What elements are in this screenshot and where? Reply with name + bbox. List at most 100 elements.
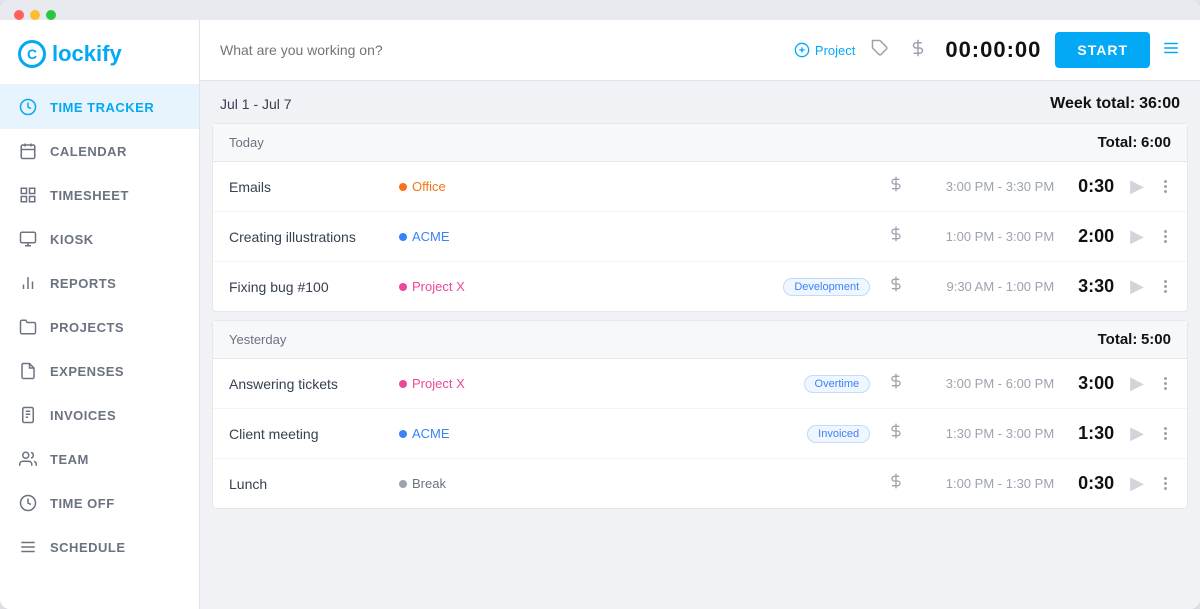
sidebar-label-invoices: INVOICES (50, 408, 116, 423)
logo-icon: C (18, 40, 46, 68)
more-menu-button[interactable] (1160, 280, 1171, 293)
more-menu-button[interactable] (1160, 427, 1171, 440)
team-icon (18, 449, 38, 469)
entry-name: Creating illustrations (229, 229, 389, 245)
add-project-label: Project (815, 43, 855, 58)
project-name: ACME (412, 426, 450, 441)
minimize-button[interactable] (30, 10, 40, 20)
billable-entry-icon[interactable] (888, 373, 904, 394)
time-range: 9:30 AM - 1:00 PM (914, 279, 1054, 294)
today-section: Today Total: 6:00 Emails Office (212, 123, 1188, 312)
sidebar-item-calendar[interactable]: CALENDAR (0, 129, 199, 173)
entry-project: Office (399, 179, 446, 194)
entry-project: Project X (399, 376, 465, 391)
billable-entry-icon[interactable] (888, 176, 904, 197)
billable-entry-icon[interactable] (888, 423, 904, 444)
entry-row: Creating illustrations ACME 1:00 PM - 3:… (213, 212, 1187, 262)
project-dot (399, 183, 407, 191)
logo-text: lockify (52, 41, 122, 67)
sidebar-item-schedule[interactable]: SCHEDULE (0, 525, 199, 569)
play-button[interactable]: ▶ (1124, 176, 1150, 197)
time-range: 1:30 PM - 3:00 PM (914, 426, 1054, 441)
project-name: Project X (412, 376, 465, 391)
sidebar-item-kiosk[interactable]: KIOSK (0, 217, 199, 261)
sidebar-item-expenses[interactable]: EXPENSES (0, 349, 199, 393)
maximize-button[interactable] (46, 10, 56, 20)
play-button[interactable]: ▶ (1124, 276, 1150, 297)
billable-entry-icon[interactable] (888, 473, 904, 494)
add-project-button[interactable]: Project (794, 42, 855, 58)
billable-entry-icon[interactable] (888, 226, 904, 247)
expenses-icon (18, 361, 38, 381)
sidebar-item-invoices[interactable]: INVOICES (0, 393, 199, 437)
sidebar-label-calendar: CALENDAR (50, 144, 127, 159)
duration: 3:30 (1064, 276, 1114, 297)
project-dot (399, 480, 407, 488)
week-total: Week total: 36:00 (1050, 95, 1180, 113)
topbar: Project 00:00:00 START (200, 20, 1200, 81)
yesterday-section: Yesterday Total: 5:00 Answering tickets … (212, 320, 1188, 509)
project-dot (399, 283, 407, 291)
more-menu-button[interactable] (1160, 180, 1171, 193)
more-menu-button[interactable] (1160, 477, 1171, 490)
play-button[interactable]: ▶ (1124, 373, 1150, 394)
yesterday-header: Yesterday Total: 5:00 (213, 321, 1187, 359)
app-logo: C lockify (18, 40, 181, 68)
project-dot (399, 430, 407, 438)
tag-badge: Invoiced (807, 425, 870, 443)
close-button[interactable] (14, 10, 24, 20)
today-label: Today (229, 135, 264, 150)
duration: 1:30 (1064, 423, 1114, 444)
today-header: Today Total: 6:00 (213, 124, 1187, 162)
entry-name: Lunch (229, 476, 389, 492)
timer-display: 00:00:00 (943, 37, 1043, 63)
project-name: Office (412, 179, 446, 194)
sidebar-item-time-tracker[interactable]: TIME TRACKER (0, 85, 199, 129)
more-menu-button[interactable] (1160, 377, 1171, 390)
sidebar-label-time-off: TIME OFF (50, 496, 115, 511)
week-range: Jul 1 - Jul 7 (220, 96, 292, 112)
sidebar-item-reports[interactable]: REPORTS (0, 261, 199, 305)
sidebar: C lockify TIME TRACKER CALENDAR (0, 20, 200, 609)
billable-icon[interactable] (905, 39, 931, 62)
entry-name: Emails (229, 179, 389, 195)
play-button[interactable]: ▶ (1124, 226, 1150, 247)
logo-area: C lockify (0, 20, 199, 85)
duration: 2:00 (1064, 226, 1114, 247)
tag-badge: Overtime (804, 375, 871, 393)
sidebar-label-reports: REPORTS (50, 276, 116, 291)
timesheet-icon (18, 185, 38, 205)
clock-icon (18, 97, 38, 117)
sidebar-item-time-off[interactable]: TIME OFF (0, 481, 199, 525)
task-input[interactable] (220, 42, 782, 58)
project-name: ACME (412, 229, 450, 244)
play-button[interactable]: ▶ (1124, 473, 1150, 494)
duration: 0:30 (1064, 473, 1114, 494)
sidebar-item-team[interactable]: TEAM (0, 437, 199, 481)
entry-row: Client meeting ACME Invoiced 1:30 PM - 3… (213, 409, 1187, 459)
sidebar-item-timesheet[interactable]: TIMESHEET (0, 173, 199, 217)
more-menu-button[interactable] (1160, 230, 1171, 243)
entry-name: Fixing bug #100 (229, 279, 389, 295)
calendar-icon (18, 141, 38, 161)
start-button[interactable]: START (1055, 32, 1150, 68)
tag-badge: Development (783, 278, 870, 296)
entry-project: ACME (399, 229, 450, 244)
billable-entry-icon[interactable] (888, 276, 904, 297)
project-name: Break (412, 476, 446, 491)
entries-content: Jul 1 - Jul 7 Week total: 36:00 Today To… (200, 81, 1200, 609)
invoices-icon (18, 405, 38, 425)
sidebar-label-expenses: EXPENSES (50, 364, 124, 379)
view-toggle-icon[interactable] (1162, 39, 1180, 62)
sidebar-label-projects: PROJECTS (50, 320, 124, 335)
tag-icon[interactable] (867, 39, 893, 62)
entry-project: Project X (399, 279, 465, 294)
entry-row: Fixing bug #100 Project X Development 9:… (213, 262, 1187, 311)
sidebar-item-projects[interactable]: PROJECTS (0, 305, 199, 349)
window-chrome (0, 0, 1200, 20)
entry-name: Client meeting (229, 426, 389, 442)
entry-row: Lunch Break 1:00 PM - 1:30 PM 0:30 ▶ (213, 459, 1187, 508)
play-button[interactable]: ▶ (1124, 423, 1150, 444)
sidebar-label-kiosk: KIOSK (50, 232, 94, 247)
today-total: Total: 6:00 (1098, 134, 1171, 151)
